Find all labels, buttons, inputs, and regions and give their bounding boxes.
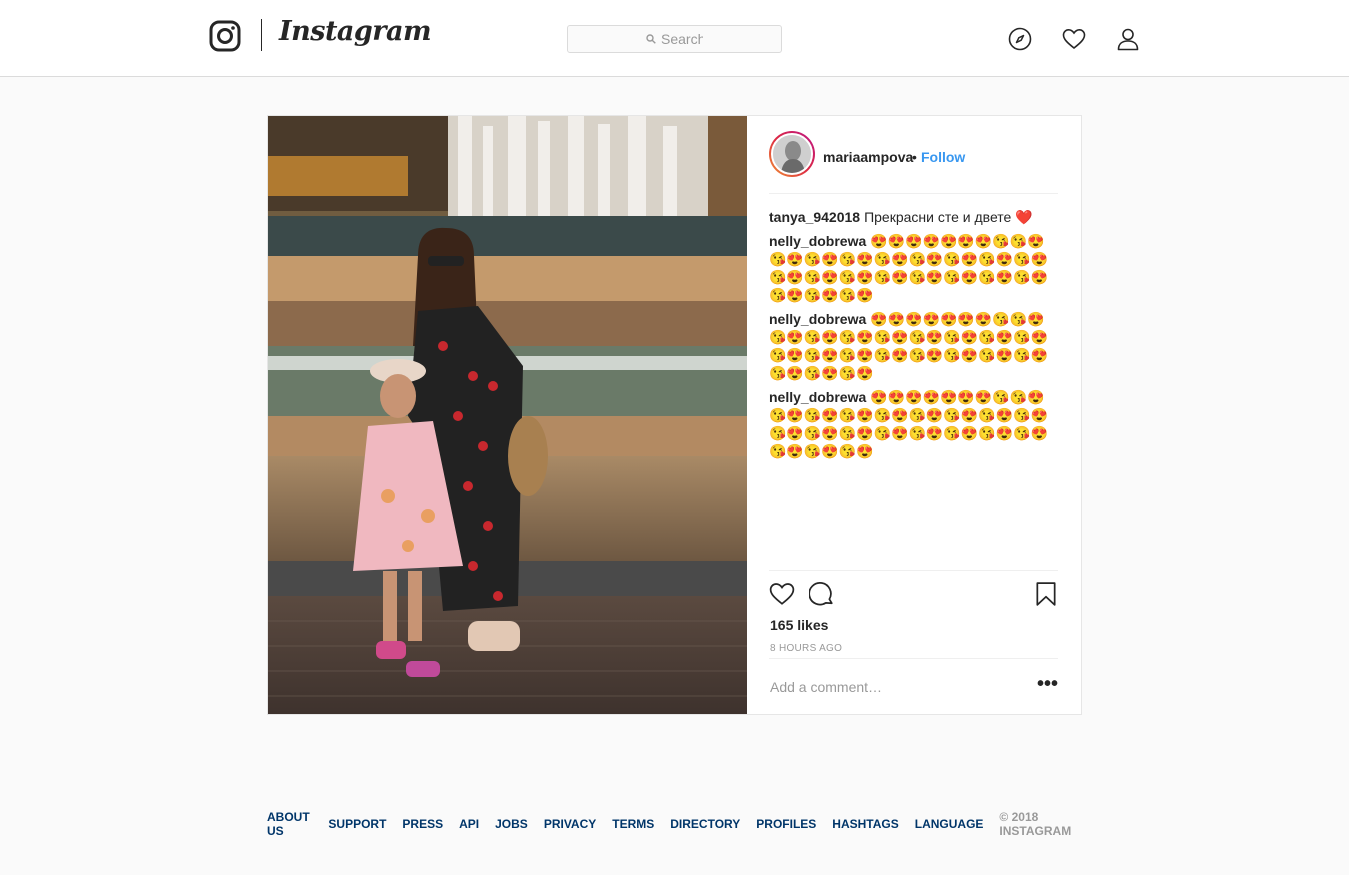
follow-button[interactable]: Follow (921, 149, 965, 165)
story-ring[interactable] (769, 131, 815, 177)
comment: tanya_942018 Прекрасни сте и двете ❤️ (769, 208, 1061, 226)
comment-username[interactable]: nelly_dobrewa (769, 389, 866, 405)
avatar-image (773, 135, 811, 173)
likes-count[interactable]: 165 likes (770, 617, 828, 633)
separator-dot: • (912, 149, 917, 165)
footer-link-about-us[interactable]: ABOUT US (267, 810, 312, 838)
logo-divider (261, 19, 262, 51)
avatar[interactable] (771, 133, 813, 175)
footer-link-support[interactable]: SUPPORT (328, 817, 386, 831)
footer-link-privacy[interactable]: PRIVACY (544, 817, 596, 831)
comment-username[interactable]: tanya_942018 (769, 209, 860, 225)
comment-username[interactable]: nelly_dobrewa (769, 233, 866, 249)
comment: nelly_dobrewa 😍😍😍😍😍😍😍😘😘😍😘😍😘😍😘😍😘😍😘😍😘😍😘😍😘😍😘… (769, 310, 1061, 382)
post-actions: 165 likes 8 HOURS AGO (769, 570, 1058, 660)
footer-link-directory[interactable]: DIRECTORY (670, 817, 740, 831)
search-box[interactable] (567, 25, 782, 53)
add-comment-bar: ••• (769, 658, 1058, 714)
save-bookmark-icon[interactable] (1033, 581, 1059, 607)
comment-bubble-icon[interactable] (809, 581, 835, 607)
footer-link-press[interactable]: PRESS (402, 817, 443, 831)
comment-text: Прекрасни сте и двете ❤️ (864, 209, 1033, 225)
top-navigation-bar: Instagram (0, 0, 1349, 77)
search-input[interactable] (661, 31, 703, 47)
copyright: © 2018 INSTAGRAM (999, 810, 1072, 838)
compass-explore-icon[interactable] (1008, 27, 1032, 51)
post-photo-illustration (268, 116, 747, 714)
post-card: mariaampova • Follow tanya_942018 Прекрас… (267, 115, 1082, 715)
footer-link-hashtags[interactable]: HASHTAGS (832, 817, 898, 831)
footer-link-profiles[interactable]: PROFILES (756, 817, 816, 831)
search-icon (646, 34, 656, 44)
footer-link-language[interactable]: LANGUAGE (915, 817, 984, 831)
post-timestamp[interactable]: 8 HOURS AGO (770, 643, 842, 654)
more-options-icon[interactable]: ••• (1037, 673, 1058, 696)
profile-user-icon[interactable] (1116, 27, 1140, 51)
footer-link-jobs[interactable]: JOBS (495, 817, 528, 831)
comment: nelly_dobrewa 😍😍😍😍😍😍😍😘😘😍😘😍😘😍😘😍😘😍😘😍😘😍😘😍😘😍😘… (769, 232, 1061, 304)
footer-link-api[interactable]: API (459, 817, 479, 831)
footer-link-terms[interactable]: TERMS (612, 817, 654, 831)
footer: ABOUT US SUPPORT PRESS API JOBS PRIVACY … (267, 810, 1082, 838)
instagram-camera-icon[interactable] (209, 20, 241, 52)
add-comment-input[interactable] (770, 679, 1010, 695)
post-author-username[interactable]: mariaampova (823, 149, 913, 165)
comment: nelly_dobrewa 😍😍😍😍😍😍😍😘😘😍😘😍😘😍😘😍😘😍😘😍😘😍😘😍😘😍😘… (769, 388, 1061, 460)
post-sidebar: mariaampova • Follow tanya_942018 Прекрас… (747, 116, 1082, 714)
instagram-wordmark[interactable]: Instagram (279, 16, 432, 47)
like-heart-icon[interactable] (769, 581, 795, 607)
heart-activity-icon[interactable] (1062, 27, 1086, 51)
post-photo[interactable] (268, 116, 747, 714)
comment-username[interactable]: nelly_dobrewa (769, 311, 866, 327)
comments-list: tanya_942018 Прекрасни сте и двете ❤️ nel… (769, 208, 1061, 466)
post-header: mariaampova • Follow (769, 116, 1058, 194)
